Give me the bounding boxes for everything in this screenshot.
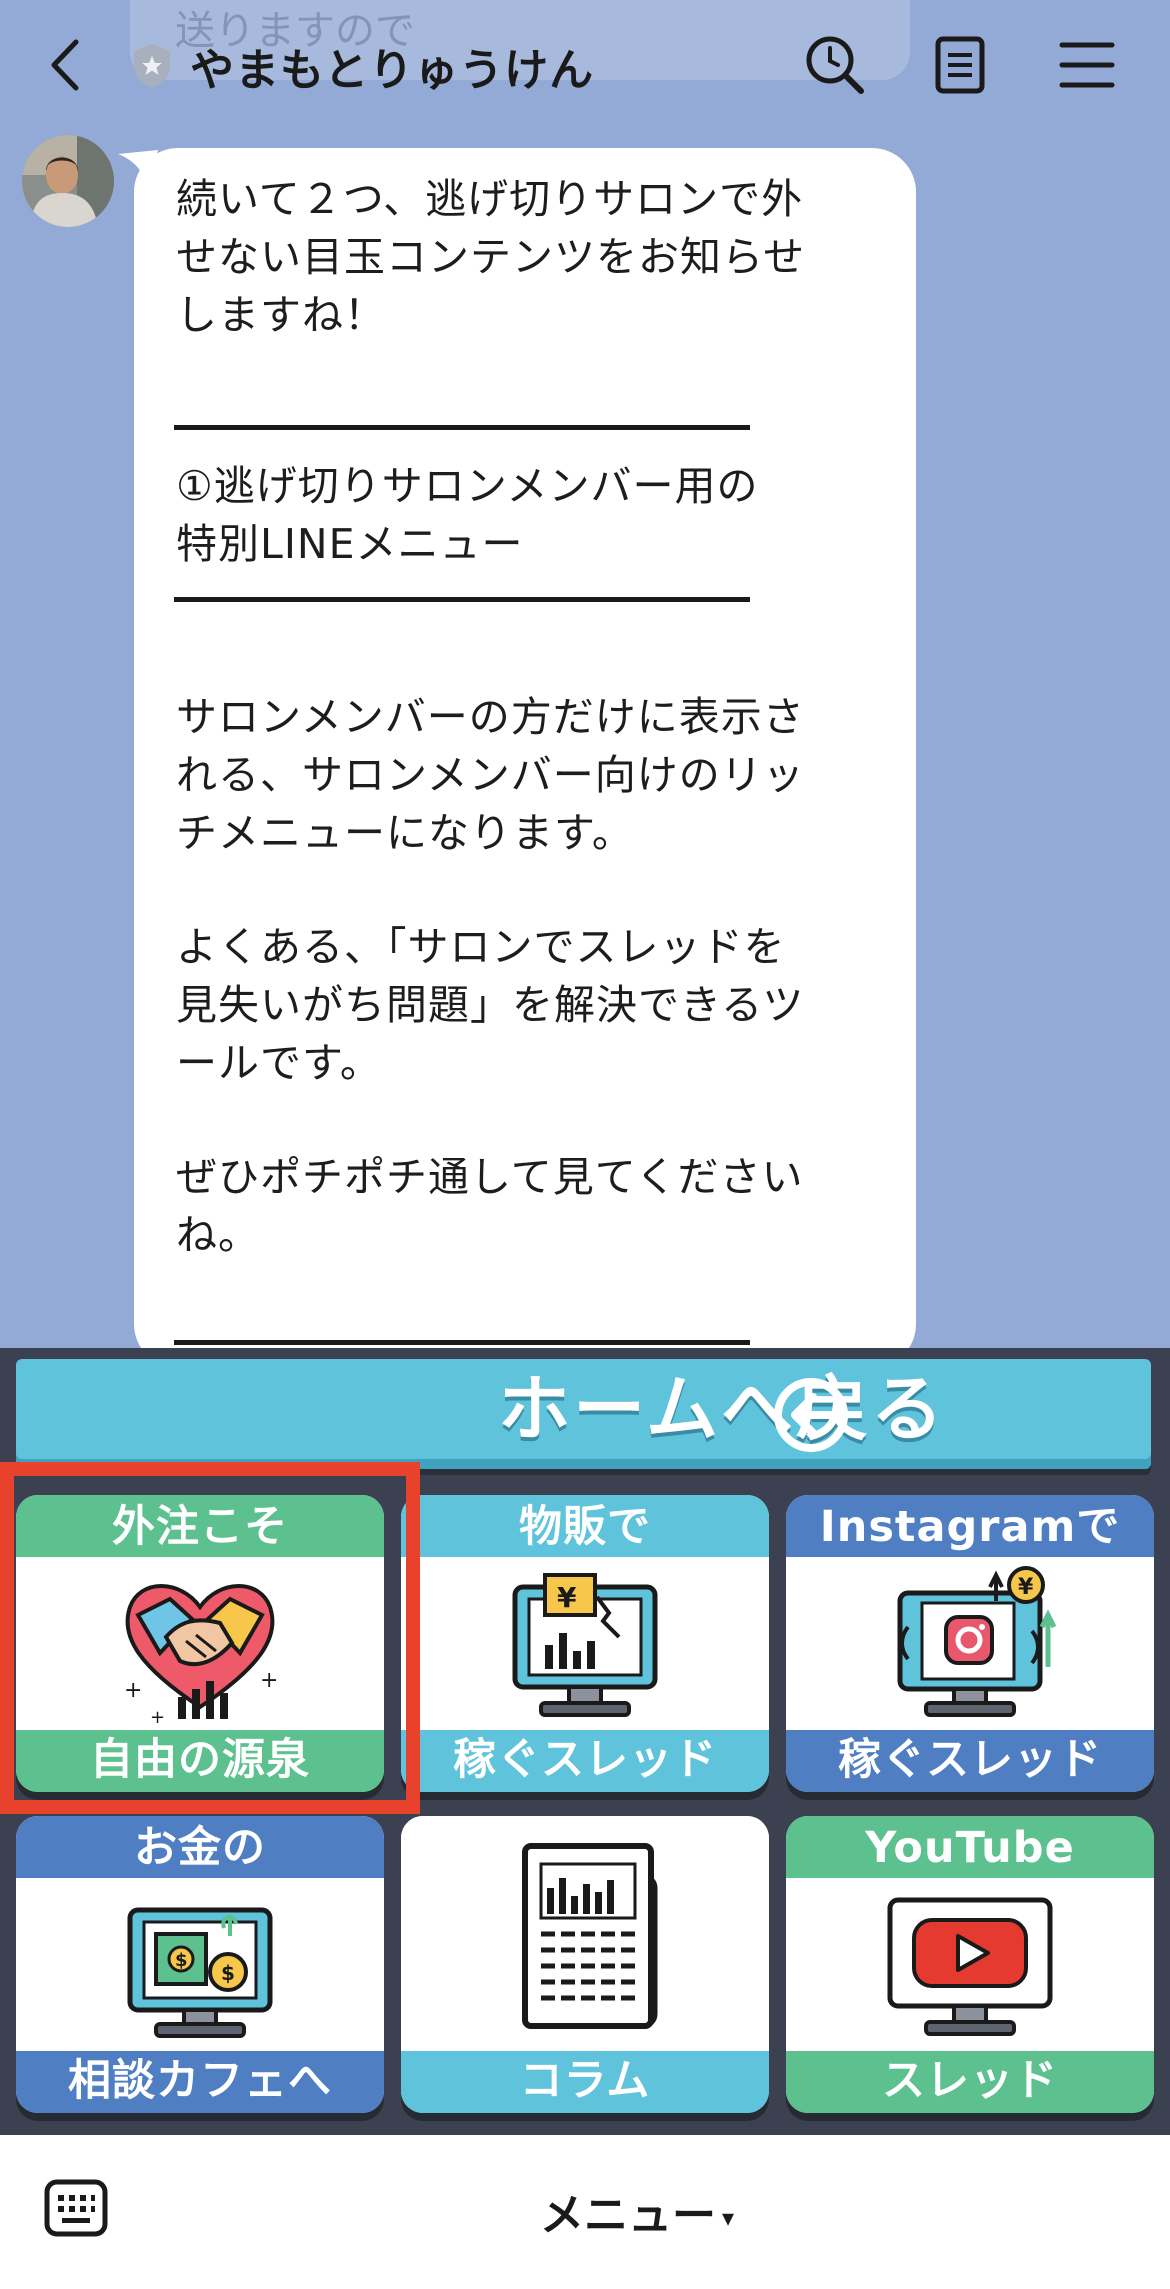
message-line: 続いて２つ、逃げ切りサロンで外 — [176, 175, 804, 223]
chevron-left-icon — [51, 39, 79, 91]
rich-menu: ホームへ戻る 外注こそ + + + 自由の源泉 物販で ¥ 稼ぐスレッド Ins… — [0, 1348, 1170, 2135]
arrow-left-circle-icon — [774, 1378, 848, 1452]
monitor-money-icon: $ $ — [16, 1878, 384, 2051]
svg-text:$: $ — [175, 1950, 188, 1971]
message-line: チメニューになります。 — [176, 809, 634, 857]
message-line: 特別LINEメニュー — [176, 520, 524, 568]
bottom-bar: メニュー ▾ — [0, 2135, 1170, 2289]
search-icon — [806, 36, 864, 94]
keyboard-button[interactable] — [44, 2179, 108, 2237]
avatar[interactable] — [22, 135, 114, 227]
tile-resale[interactable]: 物販で ¥ 稼ぐスレッド — [401, 1495, 769, 1792]
tile-bottom-label: 相談カフェへ — [16, 2051, 384, 2113]
menu-toggle[interactable]: メニュー ▾ — [540, 2179, 734, 2243]
chat-header: やまもとりゅうけん — [0, 0, 1170, 130]
back-button[interactable] — [40, 30, 90, 100]
monitor-yen-chart-icon: ¥ — [401, 1557, 769, 1730]
tile-youtube[interactable]: YouTube スレッド — [786, 1816, 1154, 2113]
handshake-heart-icon: + + + — [16, 1557, 384, 1730]
tile-top-label: Instagramで — [786, 1495, 1154, 1557]
tile-bottom-label: スレッド — [786, 2051, 1154, 2113]
svg-text:¥: ¥ — [557, 1581, 577, 1614]
svg-text:$: $ — [221, 1961, 235, 1985]
menu-button[interactable] — [1052, 30, 1122, 100]
message-line: れる、サロンメンバー向けのリッ — [176, 751, 805, 799]
tile-top-label: お金の — [16, 1816, 384, 1878]
caret-down-icon: ▾ — [722, 2204, 735, 2232]
tile-instagram[interactable]: Instagramで ¥ 稼ぐスレッド — [786, 1495, 1154, 1792]
tile-top-label: YouTube — [786, 1816, 1154, 1878]
tile-top-label: 物販で — [401, 1495, 769, 1557]
monitor-instagram-icon: ¥ — [786, 1557, 1154, 1730]
svg-text:¥: ¥ — [1018, 1575, 1034, 1600]
tile-top-label: 外注こそ — [16, 1495, 384, 1557]
official-shield-icon — [130, 42, 174, 90]
message-line: ①逃げ切りサロンメンバー用の — [176, 462, 759, 510]
notes-icon — [935, 36, 985, 94]
message-line: サロンメンバーの方だけに表示さ — [176, 693, 805, 741]
chat-title: やまもとりゅうけん — [190, 45, 595, 96]
home-button[interactable]: ホームへ戻る — [16, 1359, 1151, 1469]
svg-text:+: + — [124, 1678, 142, 1703]
tile-outsourcing[interactable]: 外注こそ + + + 自由の源泉 — [16, 1495, 384, 1792]
message-line: ね。 — [176, 1211, 260, 1259]
divider — [174, 1340, 750, 1345]
hamburger-icon — [1059, 42, 1115, 88]
tile-bottom-label: 稼ぐスレッド — [786, 1730, 1154, 1792]
notes-button[interactable] — [925, 30, 995, 100]
message-line: ぜひポチポチ通して見てください — [176, 1153, 804, 1201]
chat-area: 送りますので やまもとりゅうけん 続いて２つ、逃げ切りサロンで外 せない目玉コン… — [0, 0, 1170, 1350]
tile-bottom-label: 稼ぐスレッド — [401, 1730, 769, 1792]
message-line: ールです。 — [176, 1039, 382, 1087]
search-button[interactable] — [800, 30, 870, 100]
menu-toggle-label: メニュー — [540, 2190, 716, 2241]
svg-text:+: + — [150, 1707, 165, 1728]
message-line: 見失いがち問題」を解決できるツ — [176, 981, 805, 1029]
divider — [174, 425, 750, 430]
tile-column[interactable]: コラム — [401, 1816, 769, 2113]
divider — [174, 597, 750, 602]
tile-money-cafe[interactable]: お金の $ $ 相談カフェへ — [16, 1816, 384, 2113]
svg-text:+: + — [260, 1668, 278, 1693]
monitor-youtube-icon — [786, 1878, 1154, 2051]
message-line: よくある、「サロンでスレッドを — [176, 923, 786, 971]
newspaper-icon — [401, 1826, 769, 2051]
message-line: せない目玉コンテンツをお知らせ — [176, 233, 806, 281]
message-line: しますね！ — [176, 291, 386, 339]
keyboard-icon — [44, 2179, 108, 2237]
tile-bottom-label: 自由の源泉 — [16, 1730, 384, 1792]
tile-bottom-label: コラム — [401, 2051, 769, 2113]
